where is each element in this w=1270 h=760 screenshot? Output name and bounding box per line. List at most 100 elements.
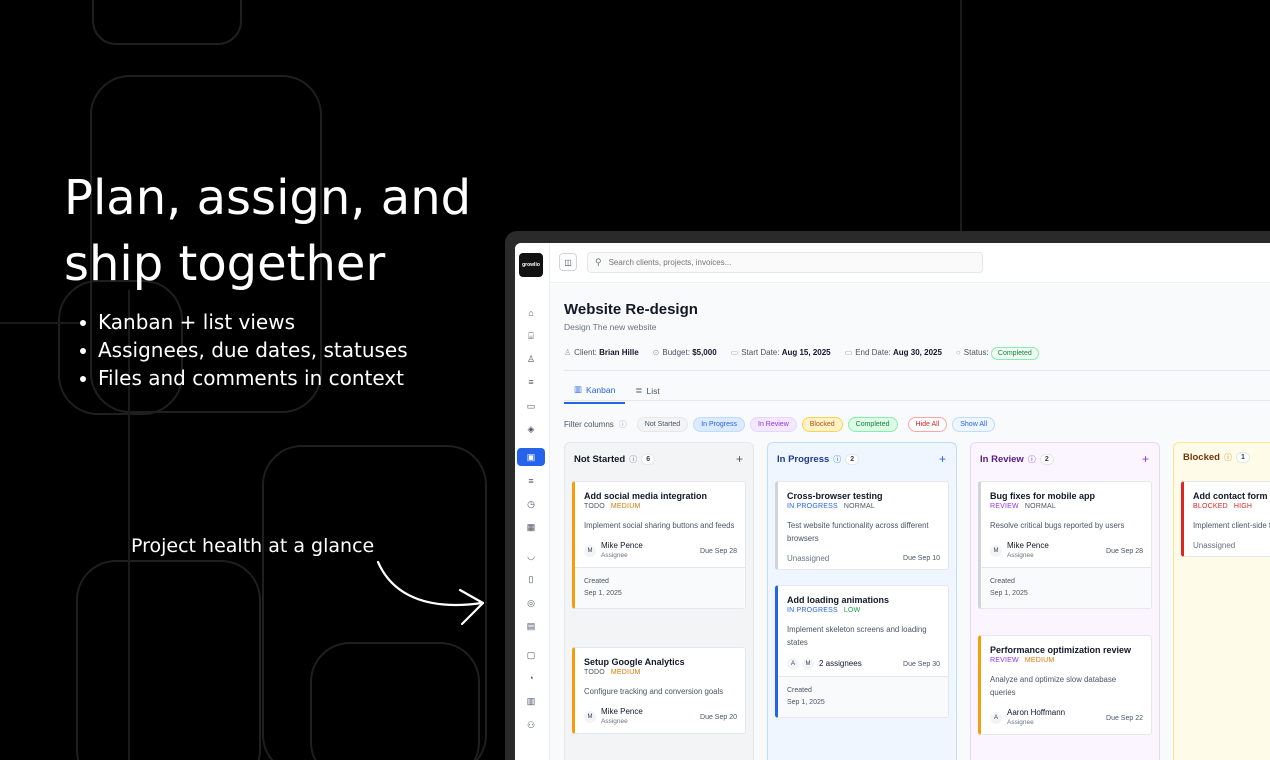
clock-icon[interactable]: ◷ <box>523 496 539 512</box>
filter-label: Filter columns <box>564 420 614 429</box>
project-page: Website Re-design Design The new website… <box>550 284 1270 760</box>
decorative-rounded-square <box>310 642 480 760</box>
info-icon: ⓘ <box>618 420 627 429</box>
add-task-button[interactable]: + <box>939 452 946 466</box>
stack-icon[interactable]: ▤ <box>523 618 539 634</box>
column-title: In Progress <box>777 453 830 465</box>
page-title: Website Re-design <box>564 301 698 318</box>
task-priority: MEDIUM <box>610 503 641 510</box>
basket-icon[interactable]: ◡ <box>523 548 539 564</box>
filter-chip-blocked[interactable]: Blocked <box>801 417 843 432</box>
hide-all-button[interactable]: Hide All <box>907 417 948 432</box>
hero-title: Plan, assign, and ship together <box>64 170 472 292</box>
search-input[interactable] <box>608 258 949 267</box>
task-card[interactable]: Bug fixes for mobile app REVIEW NORMAL Re… <box>978 481 1152 609</box>
task-priority: NORMAL <box>1024 503 1056 510</box>
task-description: Implement social sharing buttons and fee… <box>584 521 735 530</box>
document-icon[interactable]: ▯ <box>523 571 539 587</box>
home-icon[interactable]: ⌂ <box>523 305 539 321</box>
user-icon[interactable]: ♙ <box>523 351 539 367</box>
task-card[interactable]: Setup Google Analytics TODO MEDIUM Config… <box>572 647 746 734</box>
due-date: Due Sep 22 <box>1106 714 1143 722</box>
divider <box>564 370 1270 371</box>
due-date: Due Sep 28 <box>1106 547 1143 555</box>
task-priority: NORMAL <box>843 503 875 510</box>
status-badge: Completed <box>990 347 1039 360</box>
column-title: In Review <box>980 453 1024 465</box>
top-bar: ◫ ⚲ <box>550 243 1270 283</box>
info-icon: ⓘ <box>1223 453 1232 462</box>
assignee-role: Assignee <box>1007 719 1034 726</box>
search-icon: ⚲ <box>595 257 602 267</box>
list-add-icon[interactable]: ≡ <box>523 374 539 390</box>
assignee-name: Mike Pence <box>1007 541 1049 550</box>
divider <box>564 400 1270 401</box>
add-task-button[interactable]: + <box>736 452 743 466</box>
search-bar[interactable]: ⚲ <box>587 252 983 273</box>
team-icon[interactable]: ⚇ <box>523 717 539 733</box>
callout-text: Project health at a glance <box>131 535 375 557</box>
meta-end-date: ▭ End Date: Aug 30, 2025 <box>844 348 942 357</box>
avatar: M <box>802 658 814 670</box>
filter-chip-in-review[interactable]: In Review <box>750 417 797 432</box>
kanban-column-in-review: In Review ⓘ 2 + Bug fixes for mobile app… <box>970 442 1160 760</box>
assignee-name: Mike Pence <box>601 707 643 716</box>
user-icon: ♙ <box>564 348 572 357</box>
assignee-count: 2 assignees <box>819 659 862 668</box>
add-task-button[interactable]: + <box>1142 452 1149 466</box>
meta-client: ♙ Client: Brian Hille <box>564 348 639 357</box>
avatar: A <box>787 658 799 670</box>
created-date: Sep 1, 2025 <box>584 590 622 597</box>
menu-icon[interactable]: ≡ <box>523 473 539 489</box>
kanban-column-in-progress: In Progress ⓘ 2 + Cross-browser testing … <box>767 442 957 760</box>
filter-chip-in-progress[interactable]: In Progress <box>693 417 746 432</box>
task-card[interactable]: Cross-browser testing IN PROGRESS NORMAL … <box>775 481 949 570</box>
task-description: Resolve critical bugs reported by users <box>990 521 1125 530</box>
created-info: Created Sep 1, 2025 <box>778 676 948 717</box>
sidebar-toggle-icon[interactable]: ◫ <box>559 253 577 271</box>
invoice-icon[interactable]: ▥ <box>523 693 539 709</box>
info-icon: ⓘ <box>629 454 638 464</box>
kanban-column-not-started: Not Started ⓘ 6 + Add social media integ… <box>564 442 754 760</box>
meta-start-date: ▭ Start Date: Aug 15, 2025 <box>730 348 831 357</box>
calendar-icon: ▭ <box>730 348 739 357</box>
filter-chip-not-started[interactable]: Not Started <box>636 417 689 432</box>
task-priority: MEDIUM <box>1024 657 1055 664</box>
decorative-rounded-square <box>76 560 261 760</box>
task-status: IN PROGRESS <box>787 503 838 510</box>
task-status: TODO <box>584 669 605 676</box>
hero-bullet: Assignees, due dates, statuses <box>78 336 408 364</box>
assignee-role: Assignee <box>601 718 628 725</box>
pie-chart-icon[interactable]: ◔ <box>523 670 539 686</box>
project-meta: ♙ Client: Brian Hille ⊙ Budget: $5,000 ▭ St… <box>564 347 1039 360</box>
unassigned-label: Unassigned <box>1193 541 1236 550</box>
calendar-icon[interactable]: ▦ <box>523 519 539 535</box>
sidebar: growlio ⌂ ⌸ ♙ ≡ ▭ ◈ ▣ ≡ ◷ ▦ ◡ ▯ ◎ ▤ ▢ ◔ … <box>515 243 550 760</box>
task-card[interactable]: Add loading animations IN PROGRESS LOW Im… <box>775 585 949 718</box>
column-title: Blocked <box>1183 452 1220 463</box>
column-count: 1 <box>1235 452 1250 463</box>
app-window: growlio ⌂ ⌸ ♙ ≡ ▭ ◈ ▣ ≡ ◷ ▦ ◡ ▯ ◎ ▤ ▢ ◔ … <box>515 243 1270 760</box>
show-all-button[interactable]: Show All <box>952 417 996 432</box>
column-header: Blocked ⓘ 1 <box>1183 452 1270 463</box>
meta-status: ○ Status: Completed <box>956 347 1039 360</box>
app-logo[interactable]: growlio <box>519 253 543 277</box>
decorative-line <box>0 322 80 324</box>
list-icon: ≣ <box>635 385 643 395</box>
projects-icon[interactable]: ▣ <box>517 448 545 466</box>
task-priority: LOW <box>843 607 861 614</box>
layers-icon[interactable]: ◈ <box>523 421 539 437</box>
task-title: Add loading animations <box>787 595 890 605</box>
report-icon[interactable]: ▢ <box>523 647 539 663</box>
bank-icon[interactable]: ⌸ <box>523 328 539 344</box>
decorative-rounded-square <box>92 0 242 45</box>
task-card[interactable]: Performance optimization review REVIEW ME… <box>978 635 1152 735</box>
task-card[interactable]: Add social media integration TODO MEDIUM … <box>572 481 746 609</box>
task-description: Implement client-side form validation <box>1193 521 1270 530</box>
briefcase-icon[interactable]: ▭ <box>523 398 539 414</box>
task-description: Configure tracking and conversion goals <box>584 687 724 696</box>
task-description: Test website functionality across differ… <box>787 521 929 543</box>
filter-chip-completed[interactable]: Completed <box>847 417 898 432</box>
task-card[interactable]: Add contact form BLOCKED HIGH Implement c… <box>1181 481 1270 557</box>
coins-icon[interactable]: ◎ <box>523 595 539 611</box>
